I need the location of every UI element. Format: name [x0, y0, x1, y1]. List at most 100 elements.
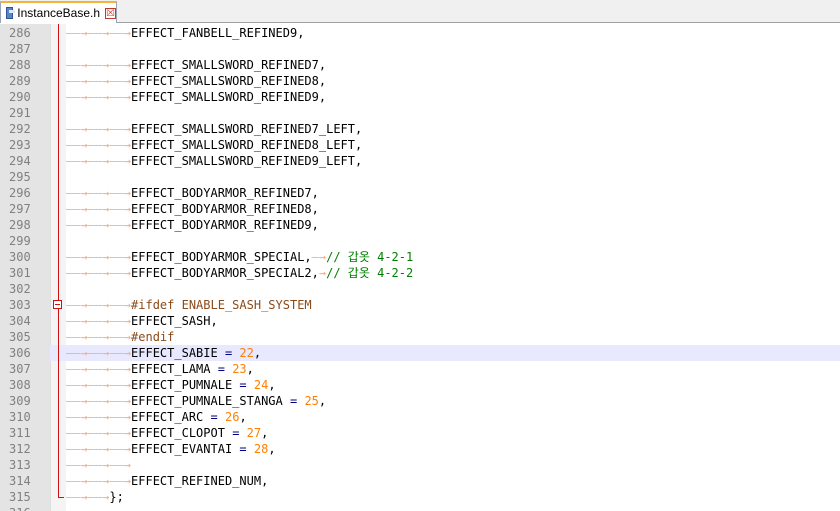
preprocessor-directive: #ifdef ENABLE_SASH_SYSTEM [131, 298, 312, 312]
code-line[interactable]: 288 ——→——→——→EFFECT_SMALLSWORD_REFINED7, [0, 57, 840, 73]
code-token: , [246, 362, 254, 376]
preprocessor-directive: #endif [131, 330, 175, 344]
code-token: EFFECT_BODYARMOR_REFINED8, [131, 202, 319, 216]
code-line[interactable]: 297 ——→——→——→EFFECT_BODYARMOR_REFINED8, [0, 201, 840, 217]
code-text: ——→——→——→EFFECT_REFINED_NUM, [66, 473, 268, 489]
code-line[interactable]: 309 ——→——→——→EFFECT_PUMNALE_STANGA = 25, [0, 393, 840, 409]
code-line[interactable]: 287 [0, 41, 840, 57]
code-line[interactable]: 290 ——→——→——→EFFECT_SMALLSWORD_REFINED9, [0, 89, 840, 105]
fold-range-line [58, 24, 59, 497]
code-text: ——→——→——→EFFECT_PUMNALE_STANGA = 25, [66, 393, 326, 409]
code-text: ——→——→ [66, 505, 109, 511]
header-file-icon [6, 7, 16, 19]
code-line[interactable]: 306 ——→——→——→EFFECT_SABIE = 22, [0, 345, 840, 361]
tab-arrow: ——→——→——→ [66, 442, 132, 456]
tab-arrow: ——→——→——→ [66, 202, 132, 216]
code-text: ——→——→——→EFFECT_SMALLSWORD_REFINED7_LEFT… [66, 121, 362, 137]
code-text: ——→——→——→EFFECT_BODYARMOR_SPECIAL2,→// 갑… [66, 265, 413, 281]
code-line[interactable]: 296 ——→——→——→EFFECT_BODYARMOR_REFINED7, [0, 185, 840, 201]
code-text: ——→——→——→EFFECT_BODYARMOR_REFINED9, [66, 217, 319, 233]
code-line[interactable]: 315 ——→——→}; [0, 489, 840, 505]
line-number: 308 [0, 377, 50, 393]
line-number: 301 [0, 265, 50, 281]
line-number: 304 [0, 313, 50, 329]
code-line[interactable]: 308 ——→——→——→EFFECT_PUMNALE = 24, [0, 377, 840, 393]
line-number: 288 [0, 57, 50, 73]
code-number: 25 [304, 394, 319, 408]
tab-arrow: ——→——→——→ [66, 26, 132, 40]
tab-arrow: ——→——→——→ [66, 186, 132, 200]
code-line[interactable]: 298 ——→——→——→EFFECT_BODYARMOR_REFINED9, [0, 217, 840, 233]
tab-arrow: ——→——→——→ [66, 314, 132, 328]
code-text: ——→——→——→EFFECT_SMALLSWORD_REFINED7, [66, 57, 326, 73]
line-number: 290 [0, 89, 50, 105]
code-line[interactable]: 294 ——→——→——→EFFECT_SMALLSWORD_REFINED9_L… [0, 153, 840, 169]
code-line[interactable]: 291 [0, 105, 840, 121]
tab-arrow: ——→——→——→ [66, 298, 132, 312]
line-number: 310 [0, 409, 50, 425]
code-line[interactable]: 304 ——→——→——→EFFECT_SASH, [0, 313, 840, 329]
tab-arrow: ——→——→——→ [66, 378, 132, 392]
code-line[interactable]: 310 ——→——→——→EFFECT_ARC = 26, [0, 409, 840, 425]
code-number: 27 [246, 426, 262, 440]
code-line[interactable]: 313 ——→——→——→ [0, 457, 840, 473]
code-line[interactable]: 305 ——→——→——→#endif [0, 329, 840, 345]
code-line[interactable]: 299 [0, 233, 840, 249]
tab-arrow: ——→——→ [66, 490, 110, 504]
code-line[interactable]: 293 ——→——→——→EFFECT_SMALLSWORD_REFINED8_L… [0, 137, 840, 153]
tab-arrow: ——→——→——→ [66, 266, 132, 280]
code-text: ——→——→——→EFFECT_SABIE = 22, [66, 345, 261, 361]
code-token: EFFECT_FANBELL_REFINED9, [131, 26, 305, 40]
tab-arrow: ——→——→——→ [66, 410, 132, 424]
code-number: 28 [253, 442, 269, 456]
code-text: ——→——→——→#endif [66, 329, 174, 345]
code-line[interactable]: 302 [0, 281, 840, 297]
code-token: EFFECT_EVANTAI [131, 442, 240, 456]
code-number: 26 [224, 410, 240, 424]
code-line[interactable]: 303 ——→——→——→#ifdef ENABLE_SASH_SYSTEM [0, 297, 840, 313]
code-token: EFFECT_SMALLSWORD_REFINED8_LEFT, [131, 138, 363, 152]
code-line[interactable]: 307 ——→——→——→EFFECT_LAMA = 23, [0, 361, 840, 377]
code-line[interactable]: 300 ——→——→——→EFFECT_BODYARMOR_SPECIAL,—→/… [0, 249, 840, 265]
code-line[interactable]: 312 ——→——→——→EFFECT_EVANTAI = 28, [0, 441, 840, 457]
line-number: 298 [0, 217, 50, 233]
code-line[interactable]: 316 ——→——→ [0, 505, 840, 511]
code-token: EFFECT_CLOPOT [131, 426, 233, 440]
code-text: ——→——→——→EFFECT_SMALLSWORD_REFINED9, [66, 89, 326, 105]
code-line[interactable]: 311 ——→——→——→EFFECT_CLOPOT = 27, [0, 425, 840, 441]
line-number: 316 [0, 505, 50, 511]
code-line[interactable]: 286 ——→——→——→EFFECT_FANBELL_REFINED9, [0, 25, 840, 41]
code-line[interactable]: 289 ——→——→——→EFFECT_SMALLSWORD_REFINED8, [0, 73, 840, 89]
code-line[interactable]: 295 [0, 169, 840, 185]
code-comment: // 갑옷 4-2-2 [326, 266, 414, 280]
code-token: EFFECT_SASH, [131, 314, 218, 328]
code-line[interactable]: 301 ——→——→——→EFFECT_BODYARMOR_SPECIAL2,→/… [0, 265, 840, 281]
code-token: , [268, 442, 276, 456]
code-text: ——→——→——→ [66, 457, 131, 473]
code-line[interactable]: 314 ——→——→——→EFFECT_REFINED_NUM, [0, 473, 840, 489]
code-number: 24 [253, 378, 269, 392]
collapse-fold-icon[interactable] [53, 300, 62, 309]
code-token: EFFECT_REFINED_NUM, [131, 474, 269, 488]
code-text: ——→——→——→#ifdef ENABLE_SASH_SYSTEM [66, 297, 312, 313]
code-editor[interactable]: 286 ——→——→——→EFFECT_FANBELL_REFINED9, 287 2… [0, 24, 840, 511]
tab-bar: InstanceBase.h ☒ [0, 0, 840, 23]
code-text: ——→——→——→EFFECT_LAMA = 23, [66, 361, 254, 377]
line-number: 302 [0, 281, 50, 297]
file-tab-instancebase[interactable]: InstanceBase.h ☒ [0, 1, 117, 23]
tab-arrow: ——→——→——→ [66, 346, 132, 360]
close-tab-icon[interactable]: ☒ [105, 7, 116, 19]
line-number: 299 [0, 233, 50, 249]
code-token: = [210, 410, 218, 424]
code-comment: // 갑옷 4-2-1 [326, 250, 414, 264]
line-number: 315 [0, 489, 50, 505]
code-token: = [239, 378, 247, 392]
code-text: ——→——→}; [66, 489, 124, 505]
line-number: 305 [0, 329, 50, 345]
line-number: 292 [0, 121, 50, 137]
code-token: EFFECT_SMALLSWORD_REFINED7_LEFT, [131, 122, 363, 136]
code-line[interactable]: 292 ——→——→——→EFFECT_SMALLSWORD_REFINED7_L… [0, 121, 840, 137]
